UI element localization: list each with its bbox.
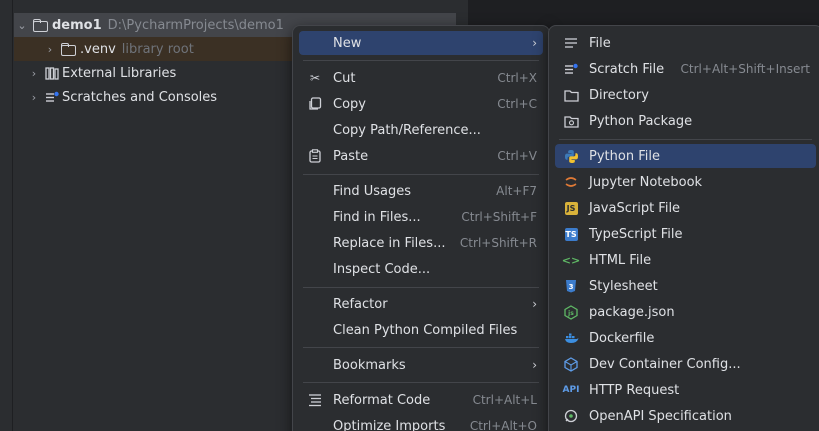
folder-icon	[563, 87, 579, 103]
menu-item-replace-in-files[interactable]: Replace in Files... Ctrl+Shift+R	[299, 231, 543, 255]
tree-item-label: .venv	[80, 41, 116, 57]
chevron-right-icon[interactable]: ›	[26, 89, 42, 105]
submenu-item-html-file[interactable]: <> HTML File	[555, 248, 816, 272]
chevron-right-icon: ›	[532, 36, 537, 50]
new-submenu: File Scratch File Ctrl+Alt+Shift+Insert …	[548, 25, 819, 431]
clipboard-icon	[307, 148, 323, 164]
file-lines-icon	[563, 35, 579, 51]
submenu-item-typescript-file[interactable]: TS TypeScript File	[555, 222, 816, 246]
css-icon: 3	[563, 278, 579, 294]
menu-separator	[303, 347, 539, 348]
menu-separator	[303, 60, 539, 61]
menu-separator	[559, 139, 812, 140]
library-icon	[44, 66, 60, 80]
html-icon: <>	[561, 253, 581, 267]
jupyter-icon	[563, 174, 579, 190]
javascript-icon: JS	[563, 200, 579, 216]
submenu-item-package-json[interactable]: js package.json	[555, 300, 816, 324]
tree-item-label: demo1	[52, 17, 102, 33]
submenu-item-python-file[interactable]: Python File	[555, 144, 816, 168]
tree-item-label: External Libraries	[62, 65, 177, 81]
reformat-icon	[307, 392, 323, 408]
menu-separator	[303, 287, 539, 288]
menu-item-clean-compiled[interactable]: Clean Python Compiled Files	[299, 318, 543, 342]
api-icon: API	[562, 385, 580, 395]
menu-item-reformat-code[interactable]: Reformat Code Ctrl+Alt+L	[299, 388, 543, 412]
menu-item-find-usages[interactable]: Find Usages Alt+F7	[299, 179, 543, 203]
submenu-item-scratch-file[interactable]: Scratch File Ctrl+Alt+Shift+Insert	[555, 57, 816, 81]
submenu-item-dev-container[interactable]: Dev Container Config...	[555, 352, 816, 376]
chevron-right-icon[interactable]: ›	[26, 65, 42, 81]
tree-item-path: D:\PycharmProjects\demo1	[107, 17, 284, 33]
submenu-item-directory[interactable]: Directory	[555, 83, 816, 107]
menu-item-copy-path[interactable]: Copy Path/Reference...	[299, 118, 543, 142]
tree-item-label: Scratches and Consoles	[62, 89, 218, 105]
chevron-right-icon: ›	[532, 297, 537, 311]
menu-item-bookmarks[interactable]: Bookmarks ›	[299, 353, 543, 377]
folder-icon	[32, 18, 48, 32]
menu-item-optimize-imports[interactable]: Optimize Imports Ctrl+Alt+O	[299, 414, 543, 431]
docker-icon	[563, 330, 579, 346]
menu-item-find-in-files[interactable]: Find in Files... Ctrl+Shift+F	[299, 205, 543, 229]
openapi-icon	[563, 408, 579, 424]
typescript-icon: TS	[564, 227, 578, 241]
menu-separator	[303, 174, 539, 175]
folder-icon	[60, 42, 76, 56]
menu-separator	[303, 382, 539, 383]
copy-icon	[307, 96, 323, 112]
submenu-item-http-request[interactable]: API HTTP Request	[555, 378, 816, 402]
submenu-item-file[interactable]: File	[555, 31, 816, 55]
submenu-item-dockerfile[interactable]: Dockerfile	[555, 326, 816, 350]
scissors-icon: ✂	[309, 71, 321, 85]
submenu-item-javascript-file[interactable]: JS JavaScript File	[555, 196, 816, 220]
nodejs-icon: js	[563, 304, 579, 320]
menu-item-paste[interactable]: Paste Ctrl+V	[299, 144, 543, 168]
submenu-item-python-package[interactable]: Python Package	[555, 109, 816, 133]
chevron-right-icon: ›	[532, 358, 537, 372]
svg-text:js: js	[567, 310, 574, 317]
python-icon	[563, 148, 579, 164]
chevron-down-icon[interactable]: ⌄	[14, 17, 30, 33]
package-folder-icon	[563, 113, 579, 129]
menu-item-cut[interactable]: ✂ Cut Ctrl+X	[299, 66, 543, 90]
dev-container-icon	[563, 356, 579, 372]
scratches-icon	[44, 90, 60, 104]
submenu-item-stylesheet[interactable]: 3 Stylesheet	[555, 274, 816, 298]
menu-item-inspect-code[interactable]: Inspect Code...	[299, 257, 543, 281]
submenu-item-openapi[interactable]: OpenAPI Specification	[555, 404, 816, 428]
menu-item-new[interactable]: New ›	[299, 31, 543, 55]
scratch-file-icon	[563, 61, 579, 77]
chevron-right-icon[interactable]: ›	[42, 41, 58, 57]
svg-text:3: 3	[569, 283, 574, 291]
menu-item-refactor[interactable]: Refactor ›	[299, 292, 543, 316]
menu-item-copy[interactable]: Copy Ctrl+C	[299, 92, 543, 116]
context-menu: New › ✂ Cut Ctrl+X Copy Ctrl+C Copy Path…	[292, 25, 550, 431]
tree-item-hint: library root	[121, 41, 194, 57]
tool-window-strip	[0, 0, 13, 431]
submenu-item-jupyter-notebook[interactable]: Jupyter Notebook	[555, 170, 816, 194]
